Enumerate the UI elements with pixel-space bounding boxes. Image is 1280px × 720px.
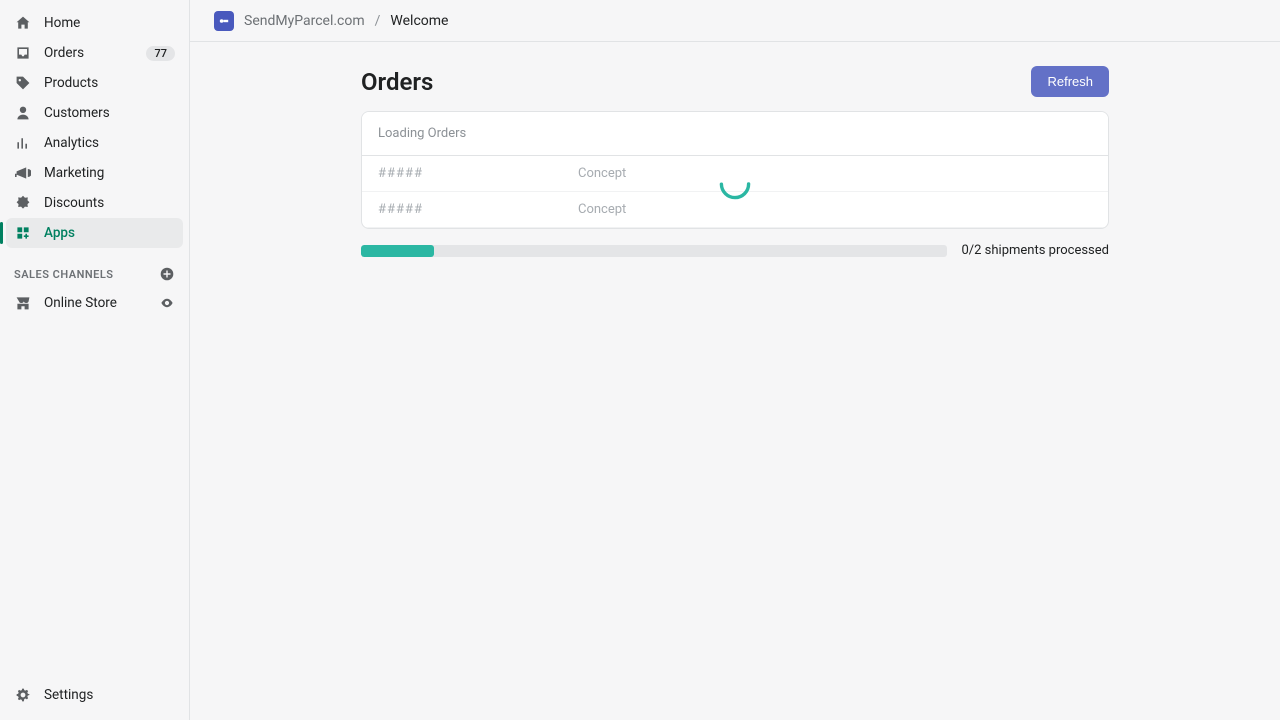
- progress-fill: [361, 245, 434, 257]
- breadcrumb-page: Welcome: [390, 13, 448, 29]
- sidebar-item-products[interactable]: Products: [6, 68, 183, 98]
- loading-label: Loading Orders: [362, 112, 1108, 156]
- section-label: Sales Channels: [14, 268, 114, 281]
- orders-card: Loading Orders ##### Concept ##### Conce…: [361, 111, 1109, 229]
- sidebar-item-settings[interactable]: Settings: [6, 680, 183, 710]
- sidebar-item-label: Settings: [44, 687, 93, 703]
- page-title: Orders: [361, 68, 433, 96]
- sidebar-item-apps[interactable]: Apps: [6, 218, 183, 248]
- breadcrumb-sep: /: [375, 13, 381, 29]
- order-id-placeholder: #####: [378, 202, 578, 217]
- add-channel-button[interactable]: [159, 266, 175, 282]
- bar-chart-icon: [14, 134, 32, 152]
- main: SendMyParcel.com / Welcome Orders Refres…: [190, 0, 1280, 720]
- app-logo: [214, 11, 234, 31]
- progress-bar: [361, 245, 947, 257]
- footer-nav: Settings: [0, 680, 189, 720]
- sidebar-item-online-store[interactable]: Online Store: [6, 288, 183, 318]
- sidebar-item-label: Online Store: [44, 295, 117, 311]
- sidebar-item-analytics[interactable]: Analytics: [6, 128, 183, 158]
- sidebar-item-label: Marketing: [44, 165, 104, 181]
- order-status: Concept: [578, 202, 778, 217]
- tag-icon: [14, 74, 32, 92]
- order-id-placeholder: #####: [378, 166, 578, 181]
- megaphone-icon: [14, 164, 32, 182]
- sidebar-item-marketing[interactable]: Marketing: [6, 158, 183, 188]
- sidebar-item-home[interactable]: Home: [6, 8, 183, 38]
- apps-icon: [14, 224, 32, 242]
- sidebar-item-label: Analytics: [44, 135, 99, 151]
- sidebar-item-label: Discounts: [44, 195, 104, 211]
- progress-row: 0/2 shipments processed: [361, 243, 1109, 258]
- primary-nav: Home Orders 77 Products Customers Anal: [0, 8, 189, 248]
- topbar: SendMyParcel.com / Welcome: [190, 0, 1280, 42]
- channels-nav: Online Store: [0, 288, 189, 318]
- gear-icon: [14, 686, 32, 704]
- discount-icon: [14, 194, 32, 212]
- home-icon: [14, 14, 32, 32]
- sidebar-item-label: Products: [44, 75, 98, 91]
- orders-badge: 77: [146, 46, 175, 61]
- refresh-button[interactable]: Refresh: [1031, 66, 1109, 97]
- breadcrumb-app[interactable]: SendMyParcel.com: [244, 13, 365, 29]
- sidebar-item-label: Home: [44, 15, 80, 31]
- content: Orders Refresh Loading Orders ##### Conc…: [190, 42, 1280, 282]
- sidebar-item-customers[interactable]: Customers: [6, 98, 183, 128]
- sidebar-item-discounts[interactable]: Discounts: [6, 188, 183, 218]
- loading-spinner-icon: [718, 167, 752, 201]
- sidebar-item-label: Apps: [44, 225, 75, 241]
- progress-label: 0/2 shipments processed: [961, 243, 1109, 258]
- sidebar-item-label: Orders: [44, 45, 84, 61]
- sidebar-item-label: Customers: [44, 105, 110, 121]
- sidebar-item-orders[interactable]: Orders 77: [6, 38, 183, 68]
- view-store-button[interactable]: [159, 295, 175, 311]
- store-icon: [14, 294, 32, 312]
- sidebar: Home Orders 77 Products Customers Anal: [0, 0, 190, 720]
- inbox-icon: [14, 44, 32, 62]
- page-header: Orders Refresh: [361, 66, 1109, 97]
- sales-channels-heading: Sales Channels: [0, 248, 189, 288]
- user-icon: [14, 104, 32, 122]
